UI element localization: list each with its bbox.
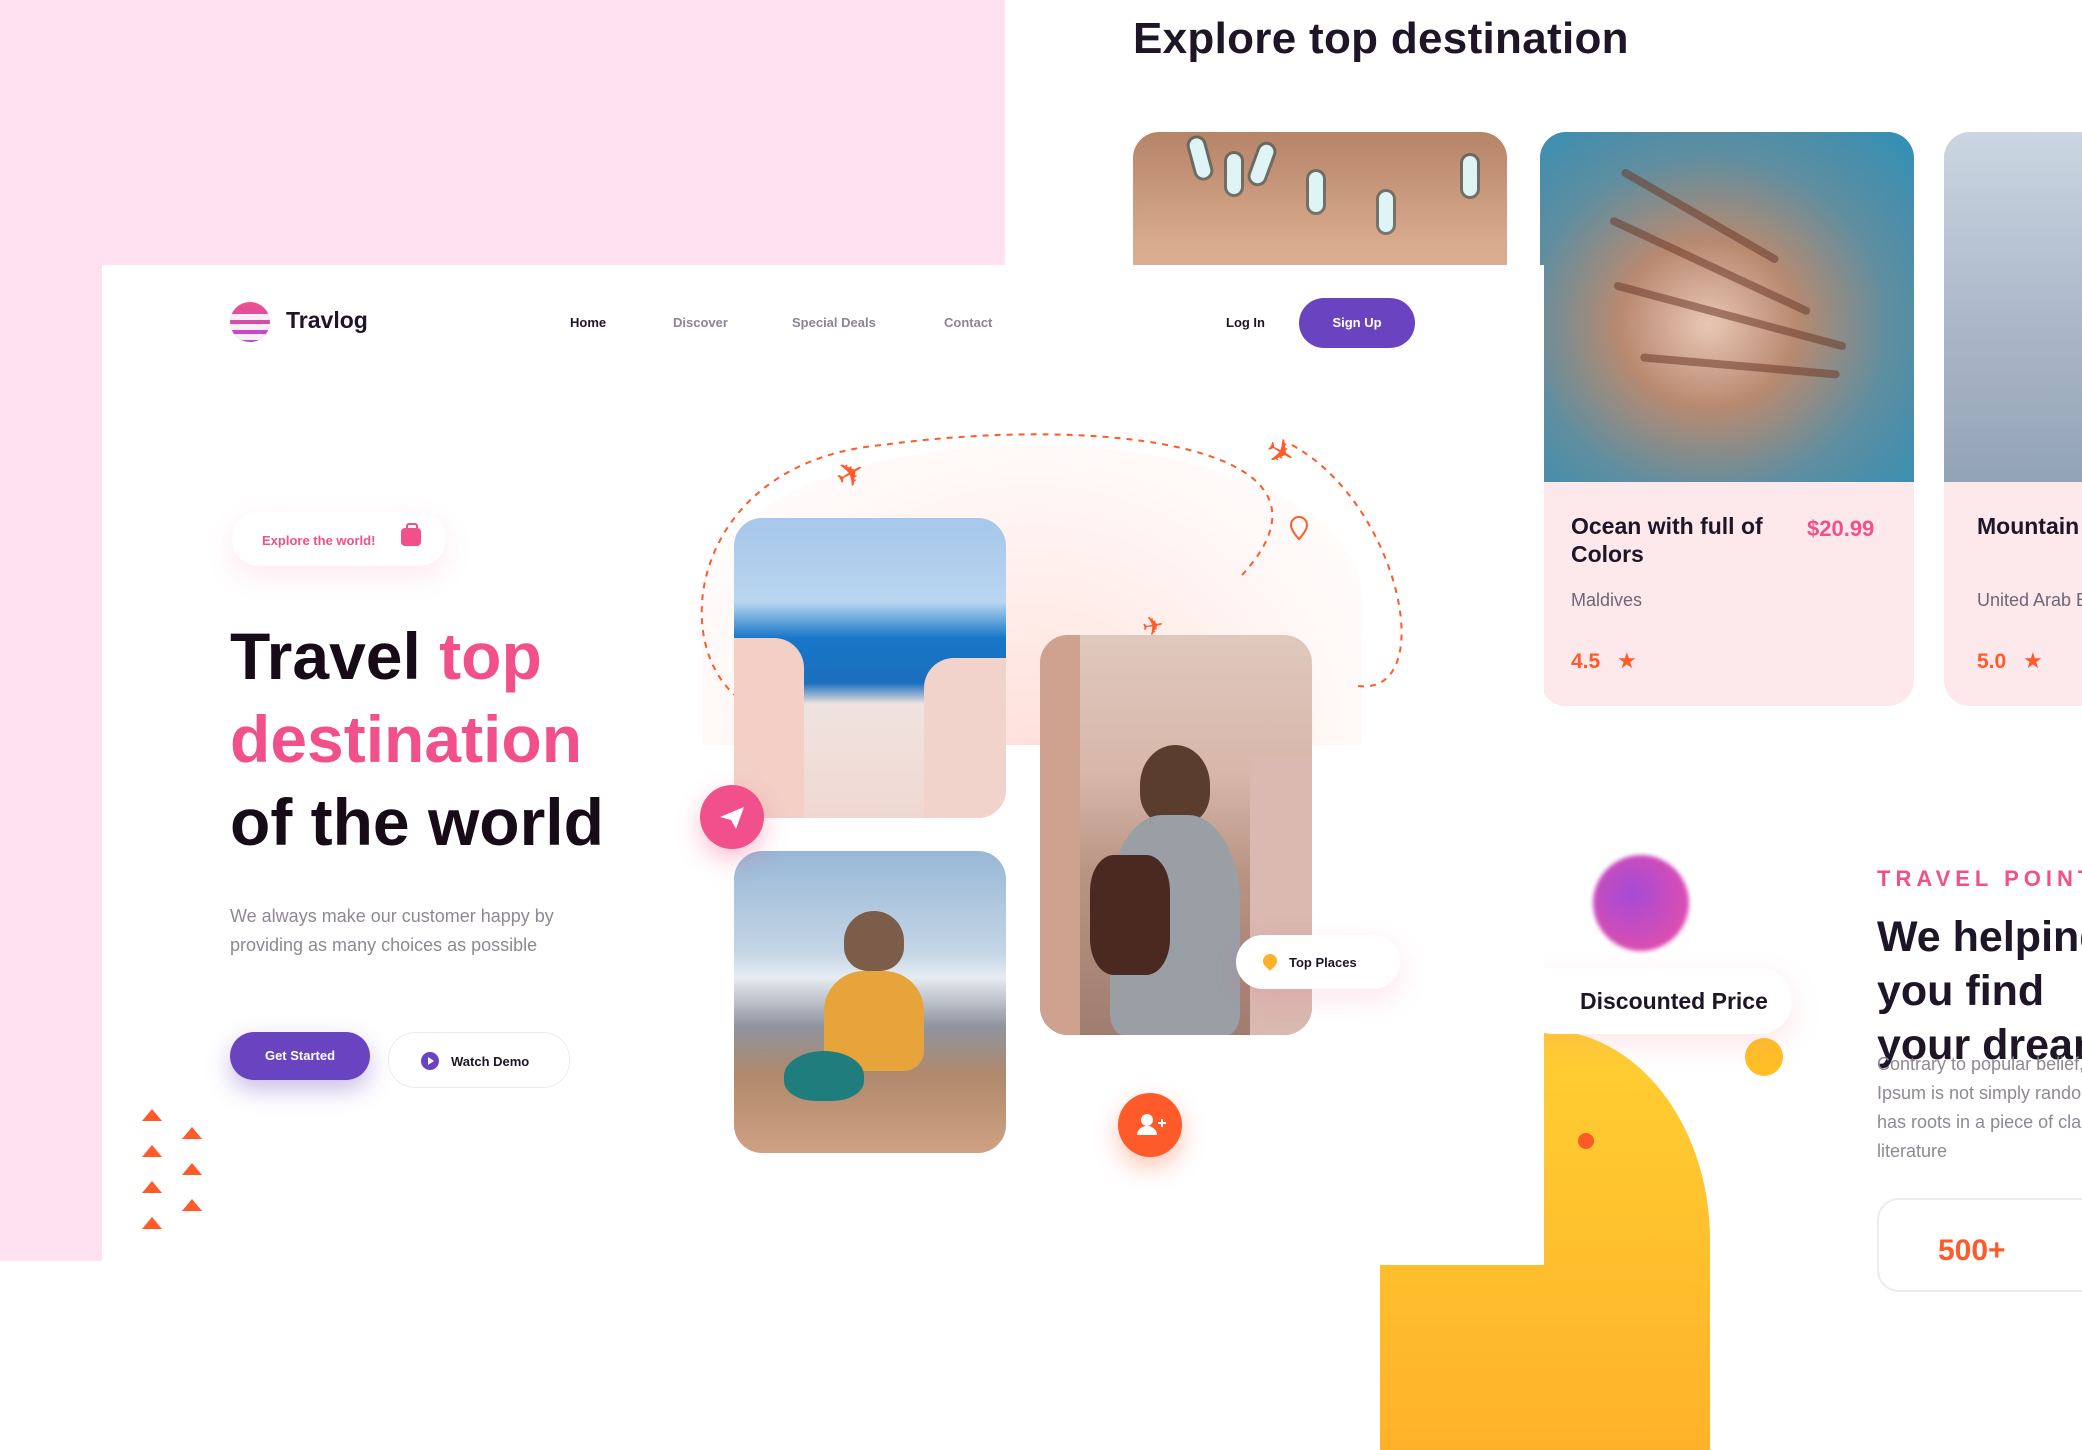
brand-name[interactable]: Travlog — [286, 307, 368, 334]
card-location: Maldives — [1571, 590, 1643, 610]
airplane-icon: ✈ — [1258, 428, 1303, 477]
frame-fade — [1432, 265, 1544, 1265]
website-frame: ✈ ✈ ✈ Travlog Home Discover Special Deal… — [102, 265, 1544, 1265]
map-pin-icon — [1289, 516, 1309, 541]
stat-value: 500+ — [1938, 1234, 2006, 1267]
hero-line2: destination — [230, 702, 583, 776]
triangle-decor — [182, 1199, 202, 1211]
decor-purple-blob — [1593, 855, 1689, 951]
hero-subtext: We always make our customer happy by pro… — [230, 906, 554, 955]
airplane-icon: ✈ — [829, 450, 874, 499]
hero-line1-b: top — [439, 619, 542, 693]
boat — [1227, 154, 1241, 194]
add-user-button[interactable] — [1118, 1093, 1182, 1157]
triangle-decor — [182, 1163, 202, 1175]
photo-hiker — [734, 851, 1006, 1153]
discounted-price-label: Discounted Price — [1580, 988, 1768, 1014]
add-user-icon — [1137, 1114, 1166, 1135]
card-price: $20.99 — [1807, 516, 1875, 541]
explore-heading: Explore top destination — [1133, 14, 1629, 63]
hero-heading: Travel top destination of the world — [230, 615, 604, 864]
nav-discover[interactable]: Discover — [673, 315, 728, 330]
triangle-decor — [142, 1109, 162, 1121]
mountain-photo — [1944, 132, 2082, 482]
we-help-heading: We helping you find your dream — [1877, 913, 2082, 1069]
card-title: Ocean with full of Colors — [1571, 513, 1763, 567]
contrary-text: Contrary to popular belief, Lorem Ipsum … — [1877, 1054, 2082, 1161]
top-places-label: Top Places — [1289, 955, 1357, 970]
star-icon: ★ — [1617, 648, 1637, 673]
get-started-button[interactable]: Get Started — [230, 1032, 370, 1080]
destination-card-mountain[interactable]: Mountain View, Above the Cloud United Ar… — [1944, 132, 2082, 706]
triangle-decor — [142, 1217, 162, 1229]
login-link[interactable]: Log In — [1226, 315, 1265, 330]
triangle-decor — [142, 1145, 162, 1157]
travel-point-label: TRAVEL POINT — [1877, 866, 2082, 891]
destination-card-ocean[interactable]: Ocean with full of Colors $20.99 Maldive… — [1540, 132, 1914, 706]
triangle-decor — [142, 1181, 162, 1193]
boat — [1379, 192, 1393, 232]
paper-plane-icon — [720, 807, 744, 829]
card-location: United Arab Emirates — [1977, 590, 2082, 610]
decor-yellow-dot — [1745, 1038, 1783, 1076]
nav-contact[interactable]: Contact — [944, 315, 992, 330]
hero-line1-a: Travel — [230, 619, 440, 693]
nav-home[interactable]: Home — [570, 315, 606, 330]
explore-pill-label: Explore the world! — [262, 533, 376, 548]
card-title: Mountain View, Above the Cloud — [1977, 513, 2082, 539]
boat — [1188, 136, 1212, 180]
suitcase-icon — [401, 523, 421, 546]
card-rating: 4.5 — [1571, 650, 1601, 673]
hero-line3: of the world — [230, 785, 604, 859]
watch-demo-label[interactable]: Watch Demo — [451, 1054, 529, 1069]
ocean-photo — [1540, 132, 1914, 482]
signup-button[interactable]: Sign Up — [1299, 298, 1415, 348]
boat — [1248, 142, 1276, 186]
photo-santorini — [734, 518, 1006, 818]
decor-dot — [1578, 1133, 1594, 1149]
boat — [1309, 172, 1323, 212]
triangle-decor — [182, 1127, 202, 1139]
send-button[interactable] — [700, 785, 764, 849]
boat — [1463, 156, 1477, 196]
star-icon: ★ — [2023, 648, 2043, 673]
play-icon[interactable] — [421, 1052, 439, 1070]
nav-special-deals[interactable]: Special Deals — [792, 315, 876, 330]
card-rating: 5.0 — [1977, 650, 2007, 673]
logo-icon[interactable] — [230, 302, 270, 342]
